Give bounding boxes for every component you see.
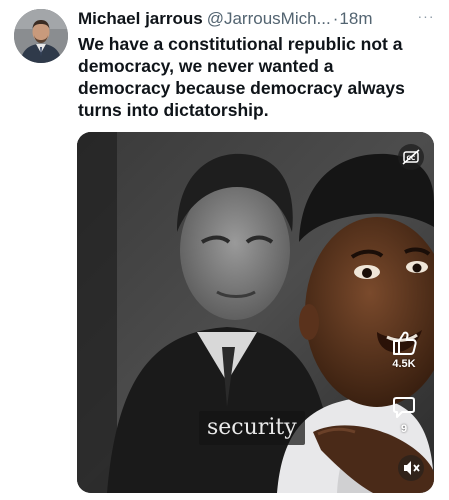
comment-button[interactable]: 9 <box>386 394 422 436</box>
tweet-text: We have a constitutional republic not a … <box>78 34 405 120</box>
closed-captions-icon[interactable]: CC <box>398 144 424 170</box>
user-handle[interactable]: @JarrousMich... <box>207 9 331 28</box>
speaker-muted-icon[interactable] <box>398 455 424 481</box>
display-name[interactable]: Michael jarrous <box>78 9 203 28</box>
avatar[interactable] <box>14 9 68 63</box>
comments-count: 9 <box>400 423 408 435</box>
comment-bubble-icon <box>393 397 415 418</box>
likes-count: 4.5K <box>392 358 416 370</box>
timestamp[interactable]: 18m <box>339 9 372 28</box>
separator-dot: · <box>332 9 339 28</box>
video-caption: security <box>199 411 305 445</box>
tweet-card[interactable]: Michael jarrous @JarrousMich... ·18m ··· W… <box>0 0 449 500</box>
tweet-header: Michael jarrous @JarrousMich... ·18m <box>78 8 438 30</box>
more-options-icon[interactable]: ··· <box>415 9 437 26</box>
video-player[interactable]: security CC 4.5K 9 <box>77 132 434 493</box>
thumbs-up-icon <box>393 331 417 355</box>
like-button[interactable]: 4.5K <box>386 329 422 371</box>
